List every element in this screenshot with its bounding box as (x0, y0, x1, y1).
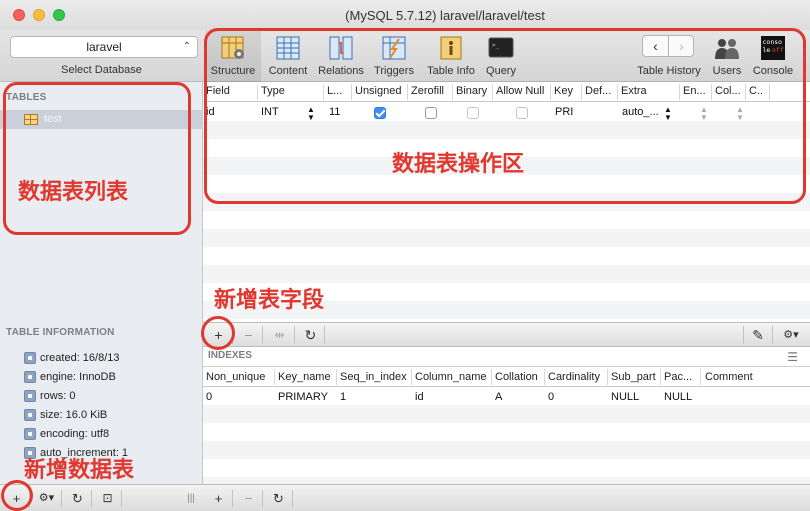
info-text: size: 16.0 KiB (40, 408, 108, 421)
zoom-window-button[interactable] (53, 9, 65, 21)
chevron-updown-icon: ⌃ (182, 41, 191, 52)
info-text: created: 16/8/13 (40, 351, 120, 364)
window-title: (MySQL 5.7.12) laravel/laravel/test (345, 8, 545, 23)
info-text: rows: 0 (40, 389, 76, 402)
index-cell[interactable]: A (495, 391, 502, 403)
table-information-list: created: 16/8/13 engine: InnoDB rows: 0 … (24, 348, 128, 462)
indexes-panel: INDEXES ☰ Non_unique Key_name Seq_in_ind… (203, 347, 810, 484)
field-gear-button[interactable]: ⚙▾ (775, 326, 807, 344)
duplicate-field-button[interactable]: ⇹ (265, 326, 295, 344)
col-key-name[interactable]: Key_name (275, 371, 331, 383)
index-cell[interactable]: 0 (206, 391, 212, 403)
window-controls (13, 9, 65, 21)
col-seq-in-index[interactable]: Seq_in_index (337, 371, 407, 383)
refresh-indexes-button[interactable]: ↻ (265, 490, 293, 507)
info-item: engine: InnoDB (24, 367, 128, 386)
info-item: created: 16/8/13 (24, 348, 128, 367)
col-column-name[interactable]: Column_name (412, 371, 487, 383)
table-information-header: TABLE INFORMATION (6, 327, 115, 338)
index-cell[interactable]: 0 (548, 391, 554, 403)
add-field-annotation: 新增表字段 (214, 288, 325, 313)
col-non-unique[interactable]: Non_unique (203, 371, 265, 383)
database-select[interactable]: laravel ⌃ (10, 36, 198, 58)
minimize-window-button[interactable] (33, 9, 45, 21)
indexes-menu-icon[interactable]: ☰ (787, 350, 798, 364)
col-cardinality[interactable]: Cardinality (545, 371, 600, 383)
info-icon (24, 351, 36, 364)
database-selector-area: laravel ⌃ Select Database (0, 30, 203, 82)
database-select-value: laravel (86, 40, 122, 54)
refresh-tables-button[interactable]: ↻ (64, 490, 92, 507)
index-cell[interactable]: PRIMARY (278, 391, 328, 403)
add-table-annotation: 新增数据表 (24, 458, 135, 483)
refresh-fields-button[interactable]: ↻ (297, 326, 325, 344)
index-cell[interactable]: id (415, 391, 424, 403)
indexes-header: Non_unique Key_name Seq_in_index Column_… (203, 366, 810, 387)
edit-field-button[interactable]: ✎ (743, 326, 773, 344)
info-icon (24, 370, 36, 383)
database-caption: Select Database (61, 64, 142, 76)
table-actions-gear-button[interactable]: ⚙▾ (32, 490, 62, 507)
col-collation[interactable]: Collation (492, 371, 538, 383)
index-cell[interactable]: NULL (664, 391, 692, 403)
info-item: encoding: utf8 (24, 424, 128, 443)
close-window-button[interactable] (13, 9, 25, 21)
info-item: size: 16.0 KiB (24, 405, 128, 424)
index-cell[interactable]: 1 (340, 391, 346, 403)
col-packed[interactable]: Pac... (661, 371, 692, 383)
add-table-callout (1, 480, 33, 511)
index-action-bar: + − ↻ (203, 484, 810, 511)
info-text: encoding: utf8 (40, 427, 110, 440)
add-field-callout (201, 316, 235, 350)
field-action-bar: + − ⇹ ↻ ✎ ⚙▾ (203, 322, 810, 347)
info-item: rows: 0 (24, 386, 128, 405)
col-comment[interactable]: Comment (702, 371, 753, 383)
remove-index-button[interactable]: − (235, 490, 263, 507)
info-icon (24, 427, 36, 440)
remove-field-button[interactable]: − (235, 326, 263, 344)
add-index-button[interactable]: + (205, 490, 233, 507)
info-icon (24, 408, 36, 421)
filter-tables-button[interactable]: ⊡ (94, 490, 122, 507)
table-list-callout (3, 82, 191, 235)
col-sub-part[interactable]: Sub_part (608, 371, 656, 383)
indexes-title: INDEXES (208, 350, 252, 361)
table-list-annotation: 数据表列表 (18, 180, 129, 205)
info-text: engine: InnoDB (40, 370, 116, 383)
sidebar-resize-handle[interactable]: ||| (182, 490, 200, 507)
info-icon (24, 389, 36, 402)
window-titlebar: (MySQL 5.7.12) laravel/laravel/test (0, 0, 810, 30)
index-cell[interactable]: NULL (611, 391, 639, 403)
operation-area-annotation: 数据表操作区 (392, 152, 525, 177)
